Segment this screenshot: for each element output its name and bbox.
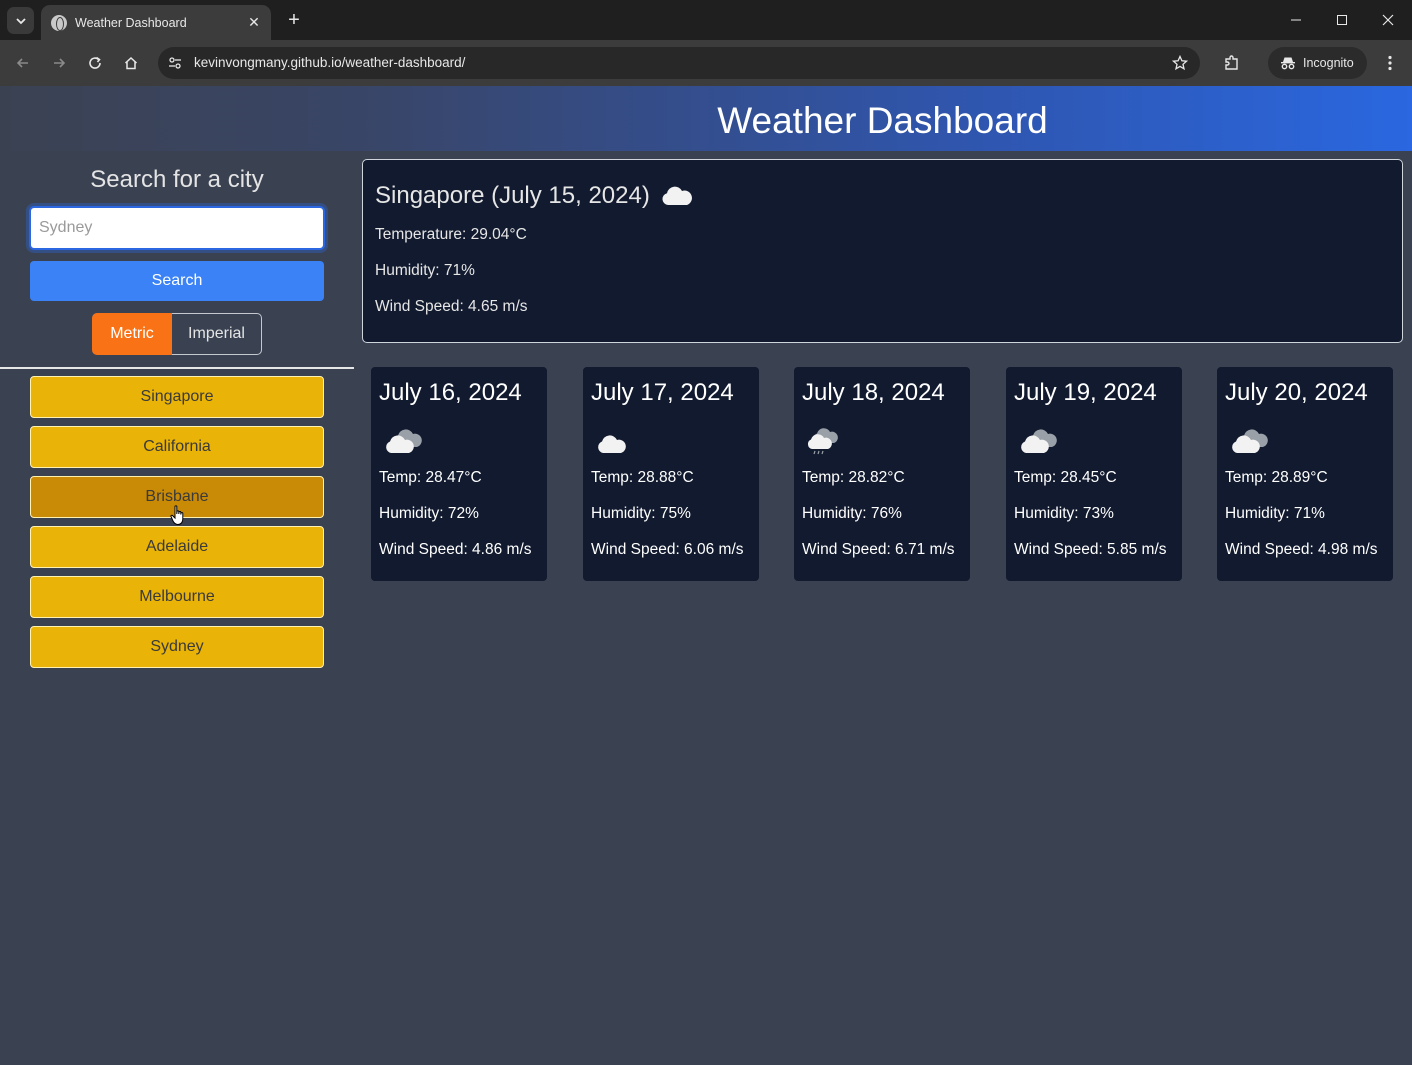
kebab-menu-icon (1388, 55, 1392, 71)
light-rain-icon (807, 428, 838, 455)
current-city-date: Singapore (July 15, 2024) (375, 182, 650, 209)
arrow-right-icon (54, 58, 66, 68)
forecast-date: July 17, 2024 (591, 379, 734, 406)
bookmark-star-icon[interactable] (1170, 53, 1190, 73)
maximize-icon (1337, 15, 1347, 25)
browser-menu-button[interactable] (1380, 49, 1400, 77)
puzzle-icon (1225, 55, 1238, 70)
forecast-wind-speed: Wind Speed: 4.98 m/s (1225, 541, 1378, 558)
browser-tab-bar: Weather Dashboard ✕ + (0, 0, 1412, 40)
sidebar-divider (0, 367, 354, 369)
home-icon (124, 56, 138, 70)
forecast-humidity: Humidity: 72% (379, 505, 479, 522)
browser-tab-active[interactable]: Weather Dashboard ✕ (41, 5, 271, 40)
unit-toggle: Metric Imperial (92, 313, 262, 355)
new-tab-button[interactable]: + (282, 8, 306, 32)
forecast-wind-speed: Wind Speed: 6.06 m/s (591, 541, 744, 558)
forecast-temp: Temp: 28.82°C (802, 469, 905, 486)
globe-icon (51, 14, 67, 31)
history-button-adelaide[interactable]: Adelaide (30, 526, 324, 568)
forecast-temp: Temp: 28.45°C (1014, 469, 1117, 486)
forecast-humidity: Humidity: 71% (1225, 505, 1325, 522)
forecast-card: July 17, 2024 Temp: 28.88°C Humidity: 75… (583, 367, 759, 581)
chevron-down-icon (15, 17, 26, 24)
forecast-humidity: Humidity: 76% (802, 505, 902, 522)
forecast-temp: Temp: 28.47°C (379, 469, 482, 486)
current-temperature: Temperature: 29.04°C (375, 226, 527, 243)
close-window-button[interactable] (1365, 0, 1411, 40)
history-button-singapore[interactable]: Singapore (30, 376, 324, 418)
forward-button[interactable] (45, 49, 73, 77)
forecast-card: July 19, 2024 Temp: 28.45°C Humidity: 73… (1006, 367, 1182, 581)
cloud-icon (662, 186, 692, 205)
history-button-sydney[interactable]: Sydney (30, 626, 324, 668)
current-weather-panel: Singapore (July 15, 2024) Temperature: 2… (362, 159, 1403, 343)
forecast-date: July 20, 2024 (1225, 379, 1368, 406)
maximize-button[interactable] (1319, 0, 1365, 40)
forecast-card: July 18, 2024 Temp: 28.82°C Humidity: 76… (794, 367, 970, 581)
current-weather-heading: Singapore (July 15, 2024) (375, 182, 694, 210)
broken-clouds-icon (1021, 429, 1057, 453)
forecast-date: July 18, 2024 (802, 379, 945, 406)
incognito-indicator[interactable]: Incognito (1268, 47, 1367, 79)
url-text[interactable]: kevinvongmany.github.io/weather-dashboar… (194, 55, 465, 70)
site-info-icon[interactable] (166, 54, 184, 72)
reload-button[interactable] (81, 49, 109, 77)
incognito-icon (1281, 57, 1295, 70)
tab-title: Weather Dashboard (75, 15, 187, 30)
close-icon (1382, 14, 1394, 26)
city-search-input[interactable] (29, 206, 325, 250)
broken-clouds-icon (1232, 429, 1268, 453)
page-title: Weather Dashboard (717, 100, 1048, 141)
reload-icon (89, 56, 101, 69)
address-bar[interactable]: kevinvongmany.github.io/weather-dashboar… (158, 47, 1200, 79)
page-header: Weather Dashboard (0, 86, 1412, 151)
history-button-melbourne[interactable]: Melbourne (30, 576, 324, 618)
back-button[interactable] (9, 49, 37, 77)
current-humidity: Humidity: 71% (375, 262, 475, 279)
minimize-icon (1291, 19, 1301, 21)
metric-button[interactable]: Metric (92, 313, 172, 355)
close-tab-icon[interactable]: ✕ (245, 14, 263, 31)
incognito-label: Incognito (1303, 56, 1354, 70)
forecast-card: July 20, 2024 Temp: 28.89°C Humidity: 71… (1217, 367, 1393, 581)
forecast-wind-speed: Wind Speed: 5.85 m/s (1014, 541, 1167, 558)
forecast-wind-speed: Wind Speed: 6.71 m/s (802, 541, 955, 558)
history-button-california[interactable]: California (30, 426, 324, 468)
minimize-button[interactable] (1273, 0, 1319, 40)
hand-pointer-cursor-icon (170, 505, 184, 526)
search-button[interactable]: Search (30, 261, 324, 301)
home-button[interactable] (117, 49, 145, 77)
forecast-humidity: Humidity: 73% (1014, 505, 1114, 522)
broken-clouds-icon (386, 429, 422, 453)
cloud-icon (598, 435, 626, 453)
forecast-temp: Temp: 28.88°C (591, 469, 694, 486)
search-heading: Search for a city (90, 166, 264, 193)
tab-search-button[interactable] (7, 7, 34, 34)
forecast-wind-speed: Wind Speed: 4.86 m/s (379, 541, 532, 558)
forecast-temp: Temp: 28.89°C (1225, 469, 1328, 486)
current-wind-speed: Wind Speed: 4.65 m/s (375, 298, 528, 315)
forecast-humidity: Humidity: 75% (591, 505, 691, 522)
arrow-left-icon (16, 58, 28, 68)
forecast-date: July 16, 2024 (379, 379, 522, 406)
forecast-card: July 16, 2024 Temp: 28.47°C Humidity: 72… (371, 367, 547, 581)
extensions-button[interactable] (1220, 49, 1244, 77)
imperial-button[interactable]: Imperial (172, 313, 262, 355)
forecast-date: July 19, 2024 (1014, 379, 1157, 406)
